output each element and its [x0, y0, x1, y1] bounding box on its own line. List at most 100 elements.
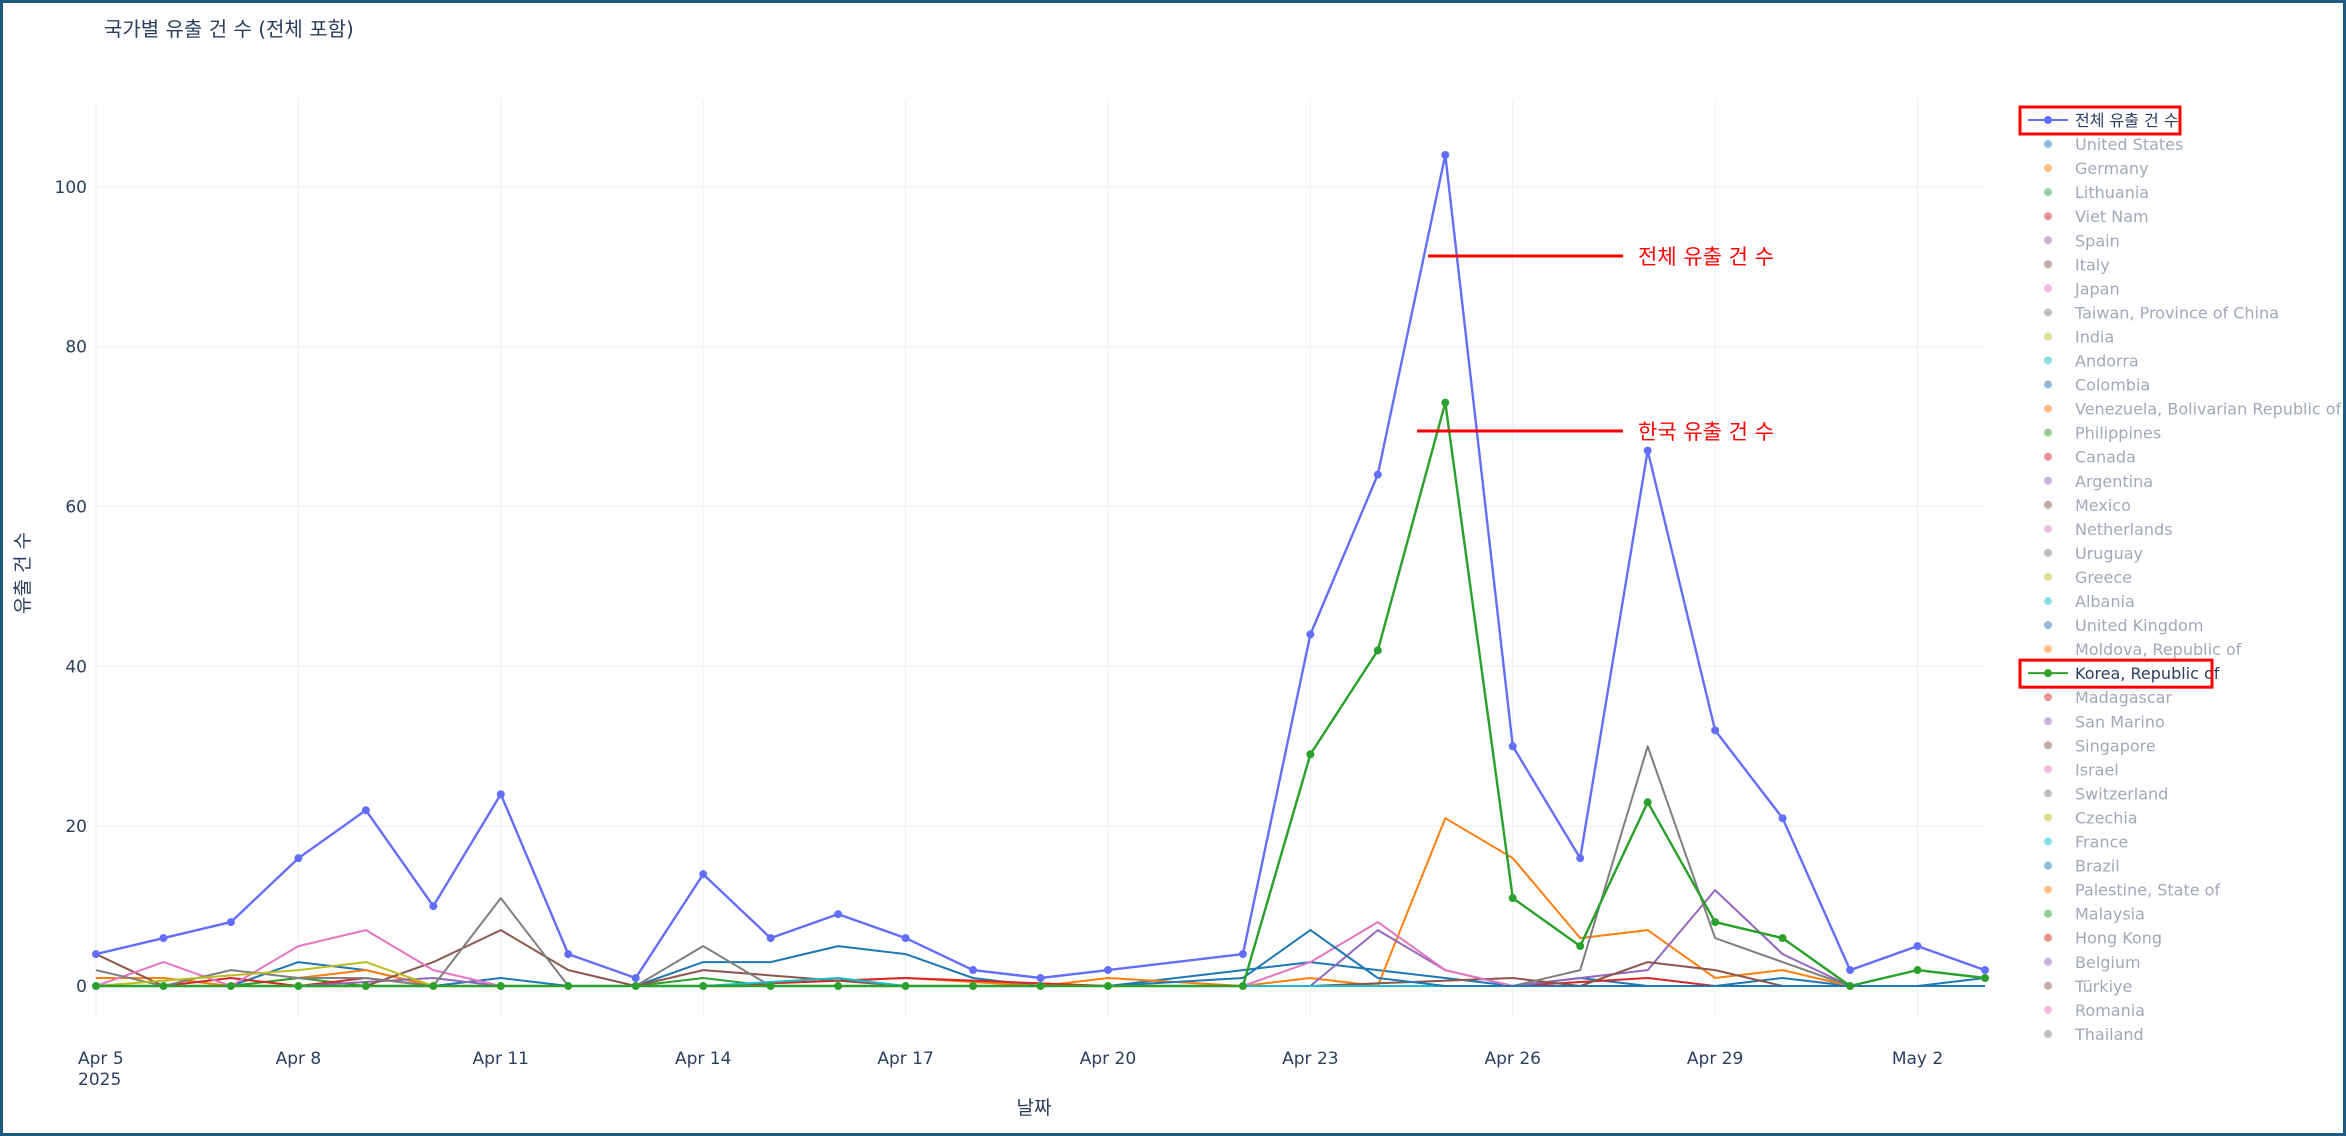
legend-label: Greece [2075, 568, 2132, 587]
legend-item-belgium[interactable]: Belgium [2044, 953, 2141, 972]
legend-item-mexico[interactable]: Mexico [2044, 496, 2131, 515]
data-point [1306, 750, 1315, 759]
legend-label: Singapore [2075, 736, 2156, 755]
legend-label: Venezuela, Bolivarian Republic of [2075, 400, 2342, 419]
legend-item-germany[interactable]: Germany [2044, 159, 2149, 178]
legend-item-romania[interactable]: Romania [2044, 1001, 2145, 1020]
legend-item-israel[interactable]: Israel [2044, 760, 2119, 779]
x-tick-label: Apr 8 [276, 1049, 322, 1069]
legend-label: United Kingdom [2075, 616, 2203, 635]
data-point [1711, 726, 1720, 735]
data-point [1643, 446, 1652, 455]
legend-swatch-marker [2044, 909, 2052, 918]
legend-item-singapore[interactable]: Singapore [2044, 736, 2156, 755]
legend-item-korea-republic-of[interactable]: Korea, Republic of [2018, 658, 2220, 689]
data-point [1103, 982, 1112, 991]
legend-item-united-states[interactable]: United States [2044, 135, 2183, 154]
legend-item-netherlands[interactable]: Netherlands [2044, 520, 2173, 539]
data-point [1238, 950, 1247, 959]
data-point [496, 790, 505, 799]
legend-label: Italy [2075, 255, 2110, 274]
data-point [834, 910, 843, 919]
data-point [1981, 966, 1989, 975]
data-point [1306, 630, 1315, 639]
legend-item-moldova-republic-of[interactable]: Moldova, Republic of [2044, 640, 2242, 659]
legend-item-spain[interactable]: Spain [2044, 231, 2120, 250]
legend-item-malaysia[interactable]: Malaysia [2044, 905, 2145, 924]
legend-item-greece[interactable]: Greece [2044, 568, 2132, 587]
legend-label: Netherlands [2075, 520, 2173, 539]
data-point [226, 918, 235, 927]
y-tick-label: 40 [65, 657, 87, 677]
legend-item-viet-nam[interactable]: Viet Nam [2044, 207, 2149, 226]
legend-swatch-marker [2044, 813, 2052, 822]
legend-swatch-marker [2044, 837, 2052, 846]
legend-swatch-marker [2044, 380, 2052, 389]
annotation-label: 전체 유출 건 수 [1638, 245, 1774, 269]
legend-item-albania[interactable]: Albania [2044, 592, 2135, 611]
legend-label: Czechia [2075, 808, 2138, 827]
data-point [834, 982, 843, 991]
x-tick-label: Apr 26 [1485, 1049, 1541, 1069]
legend-swatch-marker [2044, 548, 2052, 557]
legend-item-france[interactable]: France [2044, 833, 2128, 852]
legend-item-italy[interactable]: Italy [2044, 255, 2110, 274]
x-year-label: 2025 [78, 1070, 121, 1090]
data-point [1036, 974, 1045, 983]
series-line [96, 401, 1986, 988]
data-point [1103, 966, 1112, 975]
y-tick-label: 60 [65, 498, 87, 518]
legend-item-san-marino[interactable]: San Marino [2044, 712, 2165, 731]
legend-item-canada[interactable]: Canada [2044, 448, 2136, 467]
legend-swatch-marker [2044, 789, 2052, 798]
legend-swatch-marker [2044, 476, 2052, 485]
data-point [1441, 398, 1450, 407]
legend-item-hong-kong[interactable]: Hong Kong [2044, 929, 2162, 948]
legend-swatch-marker [2044, 645, 2052, 654]
legend-item-switzerland[interactable]: Switzerland [2044, 784, 2168, 803]
legend-item-thailand[interactable]: Thailand [2044, 1025, 2144, 1044]
legend-item-uruguay[interactable]: Uruguay [2044, 544, 2143, 563]
data-point [1643, 798, 1652, 807]
legend-label: Spain [2075, 231, 2120, 250]
legend-item-t-rkiye[interactable]: Türkiye [2044, 977, 2132, 996]
data-point [901, 934, 910, 943]
series-line [95, 745, 1985, 987]
legend-item-argentina[interactable]: Argentina [2044, 472, 2153, 491]
data-point [1238, 982, 1247, 991]
legend-item-philippines[interactable]: Philippines [2044, 424, 2161, 443]
data-point [1913, 966, 1922, 975]
legend-item-total[interactable]: 전체 유출 건 수 [2018, 105, 2182, 136]
legend-item-lithuania[interactable]: Lithuania [2044, 183, 2149, 202]
legend-swatch-marker [2044, 500, 2052, 509]
legend-item-venezuela-bolivarian-republic-of[interactable]: Venezuela, Bolivarian Republic of [2044, 400, 2342, 419]
x-tick-label: Apr 11 [473, 1049, 529, 1069]
chart-frame: 국가별 유출 건 수 (전체 포함) Apr 5 Apr 8 Apr 11 Apr 1… [0, 0, 2346, 1136]
legend-item-brazil[interactable]: Brazil [2044, 857, 2120, 876]
y-tick-label: 20 [65, 817, 87, 837]
legend-item-andorra[interactable]: Andorra [2044, 352, 2139, 371]
series-lines [92, 150, 1989, 991]
legend-label: Hong Kong [2075, 929, 2162, 948]
legend-item-colombia[interactable]: Colombia [2044, 376, 2150, 395]
legend-label: Belgium [2075, 953, 2141, 972]
legend-swatch-marker [2044, 332, 2052, 341]
legend[interactable]: 전체 유출 건 수 United States Germany Lithuania Vi… [2018, 105, 2342, 1044]
data-point [1036, 982, 1045, 991]
legend-item-india[interactable]: India [2044, 327, 2114, 346]
legend-label: San Marino [2075, 712, 2165, 731]
legend-item-united-kingdom[interactable]: United Kingdom [2044, 616, 2203, 635]
legend-swatch-marker [2044, 765, 2052, 774]
legend-label: Israel [2075, 760, 2119, 779]
legend-item-palestine-state-of[interactable]: Palestine, State of [2044, 881, 2220, 900]
x-axis: Apr 5 Apr 8 Apr 11 Apr 14 Apr 17 Apr 20 Apr 23… [78, 1049, 1943, 1090]
legend-item-madagascar[interactable]: Madagascar [2044, 688, 2172, 707]
legend-swatch-marker [2044, 116, 2052, 124]
y-tick-label: 100 [55, 178, 87, 198]
legend-swatch-marker [2044, 957, 2052, 966]
legend-swatch-marker [2044, 669, 2052, 678]
legend-item-czechia[interactable]: Czechia [2044, 808, 2138, 827]
legend-item-taiwan-province-of-china[interactable]: Taiwan, Province of China [2044, 303, 2279, 322]
legend-item-japan[interactable]: Japan [2044, 279, 2120, 298]
annotation-label: 한국 유출 건 수 [1638, 420, 1774, 444]
